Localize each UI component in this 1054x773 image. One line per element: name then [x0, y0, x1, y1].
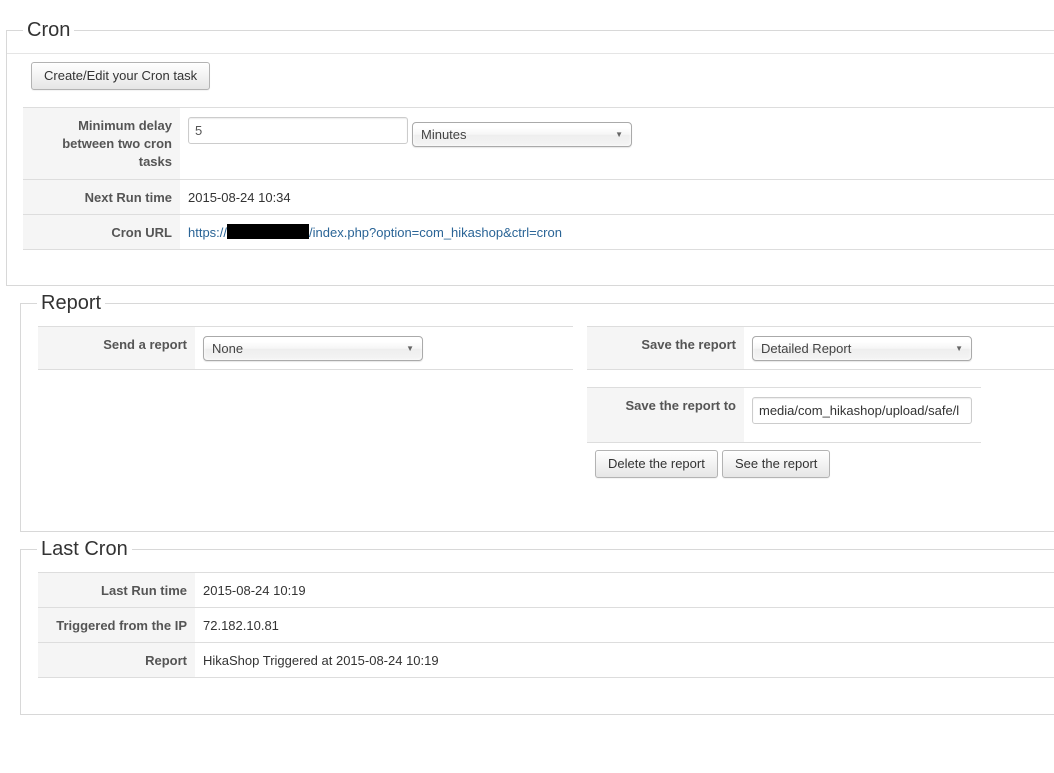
ip-value: 72.182.10.81: [203, 618, 279, 633]
caret-down-icon: ▼: [615, 130, 623, 139]
cron-url-link[interactable]: https:// /index.php?option=com_hikashop&c…: [188, 224, 562, 240]
caret-down-icon: ▼: [955, 344, 963, 353]
send-report-label: Send a report: [38, 327, 195, 369]
caret-down-icon: ▼: [406, 344, 414, 353]
save-report-table: Save the report Detailed Report ▼: [587, 326, 1054, 370]
report-label: Report: [38, 643, 195, 677]
min-delay-cell: 5 Minutes ▼: [180, 108, 1054, 179]
cron-url-prefix: https://: [188, 225, 228, 240]
last-cron-fieldset: Last Cron Last Run time 2015-08-24 10:19…: [20, 538, 1054, 715]
send-report-select[interactable]: None ▼: [203, 336, 423, 361]
next-run-label: Next Run time: [23, 180, 180, 214]
next-run-value: 2015-08-24 10:34: [188, 190, 291, 205]
table-row-min-delay: Minimum delay between two cron tasks 5 M…: [23, 108, 1054, 180]
redacted-domain: [227, 224, 310, 239]
save-report-cell: Detailed Report ▼: [744, 327, 1054, 369]
create-edit-cron-button[interactable]: Create/Edit your Cron task: [31, 62, 211, 90]
save-report-select[interactable]: Detailed Report ▼: [752, 336, 972, 361]
cron-url-label: Cron URL: [23, 215, 180, 249]
min-delay-label: Minimum delay between two cron tasks: [23, 108, 180, 179]
table-row-ip: Triggered from the IP 72.182.10.81: [38, 608, 1054, 643]
save-report-value: Detailed Report: [761, 341, 852, 356]
delay-unit-value: Minutes: [421, 127, 467, 142]
table-row-send-report: Send a report None ▼: [38, 327, 573, 370]
min-delay-input[interactable]: 5: [188, 117, 408, 144]
cron-legend: Cron: [23, 19, 75, 41]
last-cron-table: Last Run time 2015-08-24 10:19 Triggered…: [38, 572, 1054, 678]
send-report-value: None: [212, 341, 244, 356]
save-report-label: Save the report: [587, 327, 744, 369]
save-to-cell: media/com_hikashop/upload/safe/l: [744, 388, 981, 442]
delete-report-button[interactable]: Delete the report: [595, 450, 718, 478]
cron-settings-table: Minimum delay between two cron tasks 5 M…: [23, 107, 1054, 250]
save-to-table: Save the report to media/com_hikashop/up…: [587, 387, 981, 443]
table-row-report: Report HikaShop Triggered at 2015-08-24 …: [38, 643, 1054, 678]
cron-url-suffix: /index.php?option=com_hikashop&ctrl=cron: [309, 225, 562, 240]
see-report-button[interactable]: See the report: [722, 450, 831, 478]
table-row-cron-url: Cron URL https:// /index.php?option=com_h…: [23, 215, 1054, 250]
report-fieldset: Report Send a report None ▼ Save the rep…: [20, 292, 1054, 532]
table-row-next-run: Next Run time 2015-08-24 10:34: [23, 180, 1054, 215]
report-value: HikaShop Triggered at 2015-08-24 10:19: [203, 653, 439, 668]
table-row-save-to: Save the report to media/com_hikashop/up…: [587, 388, 981, 443]
table-row-last-run: Last Run time 2015-08-24 10:19: [38, 573, 1054, 608]
cron-url-cell: https:// /index.php?option=com_hikashop&c…: [180, 215, 1054, 249]
ip-label: Triggered from the IP: [38, 608, 195, 642]
save-to-label: Save the report to: [587, 388, 744, 442]
delay-unit-select[interactable]: Minutes ▼: [412, 122, 632, 147]
table-row-save-report: Save the report Detailed Report ▼: [587, 327, 1054, 370]
report-legend: Report: [37, 292, 106, 314]
divider: [7, 53, 1054, 54]
send-report-table: Send a report None ▼: [38, 326, 573, 370]
save-to-input[interactable]: media/com_hikashop/upload/safe/l: [752, 397, 972, 424]
last-run-label: Last Run time: [38, 573, 195, 607]
send-report-cell: None ▼: [195, 327, 573, 369]
last-run-value: 2015-08-24 10:19: [203, 583, 306, 598]
cron-fieldset: Cron Create/Edit your Cron task Minimum …: [6, 19, 1054, 286]
last-cron-legend: Last Cron: [37, 538, 132, 560]
